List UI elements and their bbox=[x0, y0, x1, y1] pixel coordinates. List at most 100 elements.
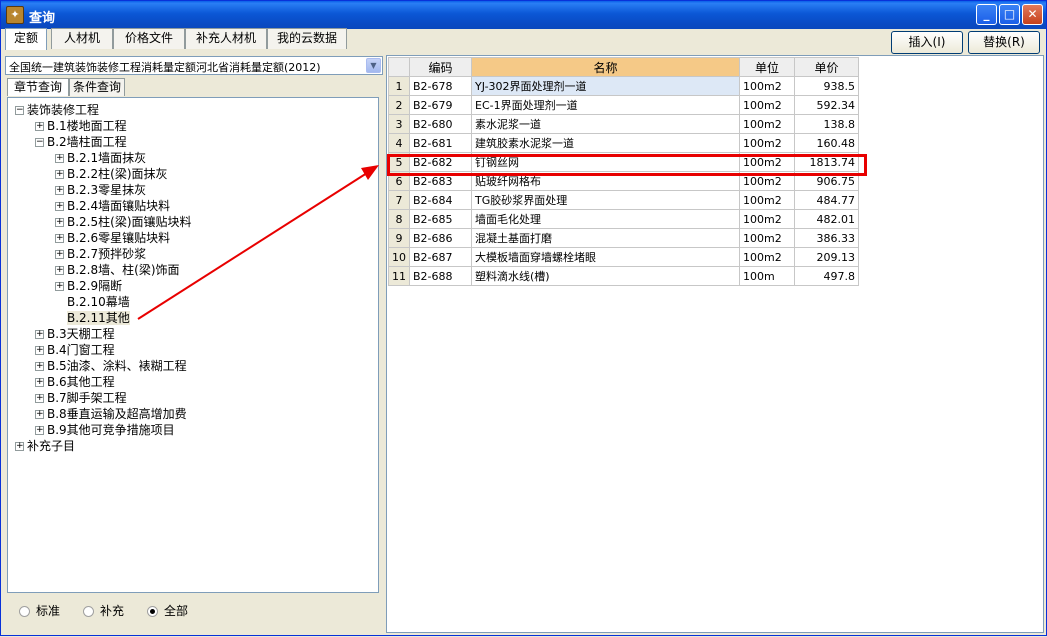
cell-unit[interactable]: 100m2 bbox=[739, 228, 795, 248]
cell-price[interactable]: 386.33 bbox=[794, 228, 859, 248]
tree-node[interactable]: + B.2.9隔断 bbox=[55, 278, 122, 294]
tab-price-file[interactable]: 价格文件 bbox=[113, 28, 185, 49]
table-row[interactable]: 8 B2-685 墙面毛化处理 100m2 482.01 bbox=[388, 209, 859, 229]
table-row[interactable]: 3 B2-680 素水泥浆一道 100m2 138.8 bbox=[388, 114, 859, 134]
radio-standard[interactable]: 标准 bbox=[19, 603, 60, 619]
cell-code[interactable]: B2-686 bbox=[409, 228, 472, 248]
cell-code[interactable]: B2-680 bbox=[409, 114, 472, 134]
cell-price[interactable]: 482.01 bbox=[794, 209, 859, 229]
tree-node[interactable]: + B.2.2柱(梁)面抹灰 bbox=[55, 166, 168, 182]
expand-icon[interactable]: + bbox=[35, 362, 44, 371]
column-header-unit[interactable]: 单位 bbox=[739, 57, 795, 77]
table-row[interactable]: 11 B2-688 塑料滴水线(槽) 100m 497.8 bbox=[388, 266, 859, 286]
expand-icon[interactable]: + bbox=[35, 426, 44, 435]
cell-code[interactable]: B2-688 bbox=[409, 266, 472, 286]
tree-node[interactable]: − B.2墙柱面工程 bbox=[35, 134, 127, 150]
radio-circle-icon[interactable] bbox=[19, 606, 30, 617]
column-header-price[interactable]: 单价 bbox=[794, 57, 859, 77]
table-row[interactable]: 5 B2-682 钉钢丝网 100m2 1813.74 bbox=[388, 152, 859, 172]
row-index[interactable]: 4 bbox=[388, 133, 410, 153]
radio-supplement[interactable]: 补充 bbox=[83, 603, 124, 619]
tree-node[interactable]: + B.5油漆、涂料、裱糊工程 bbox=[35, 358, 187, 374]
cell-name[interactable]: 建筑胶素水泥浆一道 bbox=[471, 133, 740, 153]
tree-node[interactable]: + B.7脚手架工程 bbox=[35, 390, 127, 406]
tab-chapter-query[interactable]: 章节查询 bbox=[7, 78, 69, 96]
cell-name[interactable]: 钉钢丝网 bbox=[471, 152, 740, 172]
cell-price[interactable]: 938.5 bbox=[794, 76, 859, 96]
cell-code[interactable]: B2-682 bbox=[409, 152, 472, 172]
title-bar[interactable]: ✦ 查询 _ □ ✕ bbox=[1, 1, 1046, 29]
radio-circle-icon[interactable] bbox=[83, 606, 94, 617]
row-index[interactable]: 2 bbox=[388, 95, 410, 115]
cell-price[interactable]: 1813.74 bbox=[794, 152, 859, 172]
row-index[interactable]: 7 bbox=[388, 190, 410, 210]
tree-node[interactable]: + B.6其他工程 bbox=[35, 374, 115, 390]
tree-node[interactable]: − 装饰装修工程 bbox=[15, 102, 99, 118]
insert-button[interactable]: 插入(I) bbox=[891, 31, 963, 54]
column-header-code[interactable]: 编码 bbox=[409, 57, 472, 77]
cell-name[interactable]: YJ-302界面处理剂一道 bbox=[471, 76, 740, 96]
row-index[interactable]: 10 bbox=[388, 247, 410, 267]
row-index[interactable]: 1 bbox=[388, 76, 410, 96]
cell-name[interactable]: EC-1界面处理剂一道 bbox=[471, 95, 740, 115]
chevron-down-icon[interactable]: ▼ bbox=[366, 58, 381, 73]
cell-price[interactable]: 497.8 bbox=[794, 266, 859, 286]
column-header-index[interactable] bbox=[388, 57, 410, 77]
cell-code[interactable]: B2-679 bbox=[409, 95, 472, 115]
cell-code[interactable]: B2-684 bbox=[409, 190, 472, 210]
table-row[interactable]: 6 B2-683 贴玻纤网格布 100m2 906.75 bbox=[388, 171, 859, 191]
expand-icon[interactable]: + bbox=[35, 122, 44, 131]
table-row[interactable]: 9 B2-686 混凝土基面打磨 100m2 386.33 bbox=[388, 228, 859, 248]
tab-quota[interactable]: 定额 bbox=[5, 28, 47, 50]
replace-button[interactable]: 替换(R) bbox=[968, 31, 1040, 54]
expand-icon[interactable]: + bbox=[35, 410, 44, 419]
expand-icon[interactable]: + bbox=[55, 218, 64, 227]
cell-name[interactable]: 墙面毛化处理 bbox=[471, 209, 740, 229]
table-row[interactable]: 2 B2-679 EC-1界面处理剂一道 100m2 592.34 bbox=[388, 95, 859, 115]
row-index[interactable]: 8 bbox=[388, 209, 410, 229]
radio-checked-icon[interactable] bbox=[147, 606, 158, 617]
column-header-name[interactable]: 名称 bbox=[471, 57, 740, 77]
cell-price[interactable]: 592.34 bbox=[794, 95, 859, 115]
tree-node[interactable]: + B.2.8墙、柱(梁)饰面 bbox=[55, 262, 180, 278]
tab-supplement-materials[interactable]: 补充人材机 bbox=[185, 28, 267, 49]
cell-name[interactable]: 贴玻纤网格布 bbox=[471, 171, 740, 191]
tree-node[interactable]: + B.2.1墙面抹灰 bbox=[55, 150, 146, 166]
expand-icon[interactable]: + bbox=[35, 330, 44, 339]
tree-node[interactable]: + B.8垂直运输及超高增加费 bbox=[35, 406, 187, 422]
cell-code[interactable]: B2-685 bbox=[409, 209, 472, 229]
row-index[interactable]: 6 bbox=[388, 171, 410, 191]
cell-price[interactable]: 138.8 bbox=[794, 114, 859, 134]
tree-node-selected[interactable]: B.2.11其他 bbox=[55, 310, 130, 326]
expand-icon[interactable]: + bbox=[55, 250, 64, 259]
row-index[interactable]: 3 bbox=[388, 114, 410, 134]
tree-node[interactable]: + B.9其他可竞争措施项目 bbox=[35, 422, 175, 438]
tab-materials[interactable]: 人材机 bbox=[51, 28, 113, 49]
tree-node[interactable]: + B.2.3零星抹灰 bbox=[55, 182, 146, 198]
tree-node[interactable]: + B.2.6零星镶贴块料 bbox=[55, 230, 170, 246]
cell-unit[interactable]: 100m2 bbox=[739, 209, 795, 229]
tree-node[interactable]: + B.2.5柱(梁)面镶贴块料 bbox=[55, 214, 192, 230]
cell-price[interactable]: 906.75 bbox=[794, 171, 859, 191]
close-button[interactable]: ✕ bbox=[1022, 4, 1043, 25]
cell-name[interactable]: 混凝土基面打磨 bbox=[471, 228, 740, 248]
cell-unit[interactable]: 100m2 bbox=[739, 76, 795, 96]
maximize-button[interactable]: □ bbox=[999, 4, 1020, 25]
expand-icon[interactable]: + bbox=[55, 234, 64, 243]
expand-icon[interactable]: + bbox=[55, 266, 64, 275]
tree-node[interactable]: + 补充子目 bbox=[15, 438, 75, 454]
row-index[interactable]: 5 bbox=[388, 152, 410, 172]
expand-icon[interactable]: + bbox=[35, 378, 44, 387]
tree-node[interactable]: + B.2.4墙面镶贴块料 bbox=[55, 198, 170, 214]
cell-code[interactable]: B2-683 bbox=[409, 171, 472, 191]
tree-node[interactable]: + B.4门窗工程 bbox=[35, 342, 115, 358]
cell-unit[interactable]: 100m bbox=[739, 266, 795, 286]
radio-all[interactable]: 全部 bbox=[147, 603, 188, 619]
cell-unit[interactable]: 100m2 bbox=[739, 247, 795, 267]
table-row[interactable]: 10 B2-687 大模板墙面穿墙螺栓堵眼 100m2 209.13 bbox=[388, 247, 859, 267]
tree-node[interactable]: B.2.10幕墙 bbox=[55, 294, 130, 310]
tree-node[interactable]: + B.1楼地面工程 bbox=[35, 118, 127, 134]
cell-name[interactable]: 素水泥浆一道 bbox=[471, 114, 740, 134]
cell-code[interactable]: B2-687 bbox=[409, 247, 472, 267]
tab-condition-query[interactable]: 条件查询 bbox=[69, 78, 125, 96]
